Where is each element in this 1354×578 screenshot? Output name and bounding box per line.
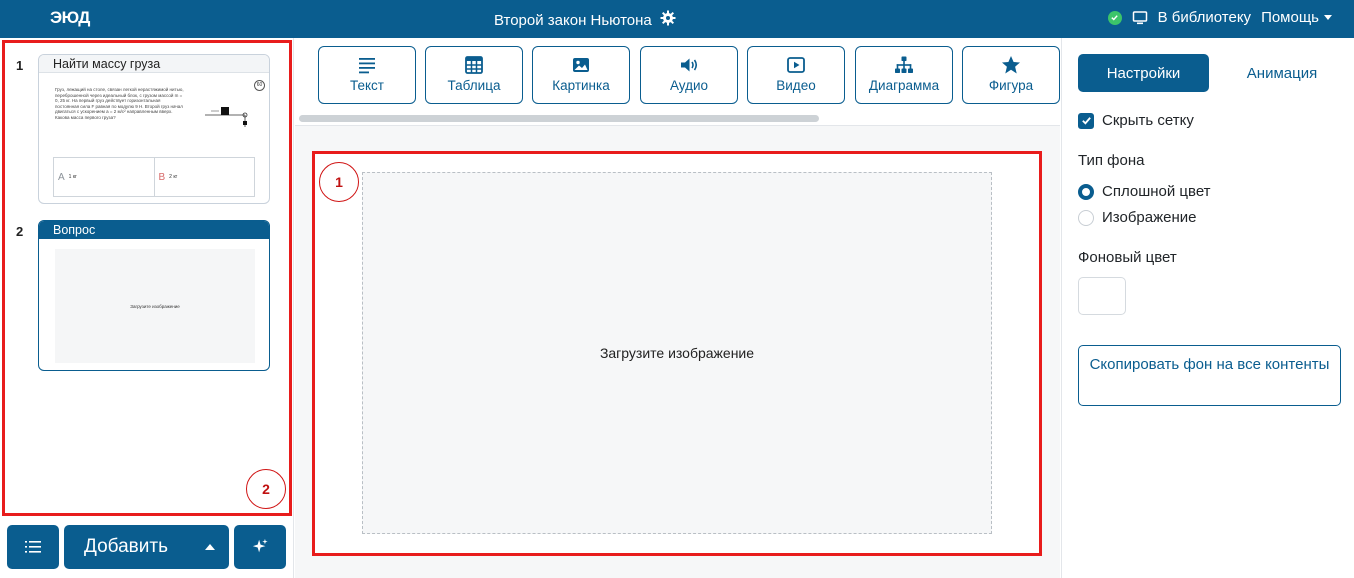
tab-settings[interactable]: Настройки: [1078, 54, 1209, 92]
video-play-icon: [787, 57, 805, 73]
add-slide-button[interactable]: Добавить: [64, 525, 229, 569]
bg-type-label: Тип фона: [1078, 152, 1145, 169]
radio-unselected[interactable]: [1078, 209, 1094, 226]
insert-video-button[interactable]: Видео: [747, 46, 845, 104]
help-label: Помощь: [1261, 9, 1319, 26]
tool-label: Таблица: [447, 78, 501, 93]
monitor-icon[interactable]: [1132, 10, 1148, 26]
insert-text-button[interactable]: Текст: [318, 46, 416, 104]
add-slide-label: Добавить: [84, 536, 168, 557]
editor-area: Текст Таблица Картинка Аудио Видео Диагр…: [295, 38, 1060, 578]
annotation-marker-2: 2: [246, 469, 286, 509]
chevron-up-icon: [205, 544, 215, 550]
star-icon: [1002, 56, 1020, 74]
app-logo[interactable]: ЭЮД: [50, 8, 90, 28]
library-link[interactable]: В библиотеку: [1158, 9, 1251, 26]
insert-shape-button[interactable]: Фигура: [962, 46, 1060, 104]
pulley-diagram-icon: [205, 107, 248, 127]
tab-animation[interactable]: Анимация: [1222, 54, 1342, 92]
bg-option-label: Сплошной цвет: [1102, 183, 1211, 200]
slide-question-text: Груз, лежащий на столе, связан легкой не…: [55, 87, 184, 120]
bg-color-label: Фоновый цвет: [1078, 249, 1177, 266]
tool-label: Фигура: [988, 78, 1034, 93]
timer-badge: 60: [254, 80, 265, 91]
dropzone-placeholder: Загрузите изображение: [599, 345, 755, 361]
check-icon: [1081, 117, 1091, 125]
answer-option: A1 кг: [54, 158, 155, 196]
radio-selected[interactable]: [1078, 183, 1094, 200]
slide-canvas: 1 Загрузите изображение: [312, 151, 1042, 556]
bg-color-swatch[interactable]: [1078, 277, 1126, 315]
insert-audio-button[interactable]: Аудио: [640, 46, 738, 104]
slide-list-button[interactable]: [7, 525, 59, 569]
slide-title: Найти массу груза: [39, 55, 269, 73]
annotation-marker-1: 1: [319, 162, 359, 202]
tool-label: Диаграмма: [868, 78, 940, 93]
slide-answers: A1 кг B2 кг: [53, 157, 255, 197]
bg-option-label: Изображение: [1102, 209, 1197, 226]
hide-grid-label: Скрыть сетку: [1102, 112, 1194, 129]
slide-number: 1: [16, 58, 24, 73]
hide-grid-row[interactable]: Скрыть сетку: [1078, 112, 1194, 129]
slide-title: Вопрос: [39, 221, 269, 239]
tool-label: Картинка: [552, 78, 610, 93]
top-bar: ЭЮД Второй закон Ньютона В библиотеку По…: [0, 0, 1354, 38]
tool-label: Видео: [776, 78, 816, 93]
bg-option-image[interactable]: Изображение: [1078, 209, 1197, 226]
slide-number: 2: [16, 224, 24, 239]
hide-grid-checkbox[interactable]: [1078, 112, 1094, 129]
slide-card-2[interactable]: Вопрос Загрузите изображение: [38, 220, 270, 371]
toolbar-scrollbar[interactable]: [299, 115, 819, 122]
image-dropzone[interactable]: Загрузите изображение: [362, 172, 992, 534]
image-icon: [573, 58, 589, 72]
insert-image-button[interactable]: Картинка: [532, 46, 630, 104]
gear-icon[interactable]: [660, 10, 676, 30]
text-lines-icon: [359, 58, 375, 74]
tool-label: Аудио: [669, 78, 709, 93]
sparkle-icon: [252, 538, 268, 553]
answer-option: B2 кг: [158, 171, 178, 183]
insert-diagram-button[interactable]: Диаграмма: [855, 46, 953, 104]
copy-background-button[interactable]: Скопировать фон на все контенты: [1078, 345, 1341, 406]
bg-option-solid[interactable]: Сплошной цвет: [1078, 183, 1211, 200]
properties-panel: Настройки Анимация Скрыть сетку Тип фона…: [1061, 38, 1354, 578]
document-title[interactable]: Второй закон Ньютона: [494, 10, 676, 30]
document-title-text: Второй закон Ньютона: [494, 11, 652, 29]
help-menu[interactable]: Помощь: [1261, 9, 1332, 26]
slides-sidebar: 1 Найти массу груза 60 Груз, лежащий на …: [0, 38, 294, 578]
chevron-down-icon: [1324, 15, 1332, 20]
table-icon: [465, 56, 483, 74]
insert-table-button[interactable]: Таблица: [425, 46, 523, 104]
speaker-icon: [681, 58, 698, 72]
hierarchy-icon: [895, 56, 913, 73]
insert-toolbar: Текст Таблица Картинка Аудио Видео Диагр…: [295, 38, 1060, 126]
saved-status-icon: [1107, 10, 1122, 25]
ai-generate-button[interactable]: [234, 525, 286, 569]
slide-card-1[interactable]: Найти массу груза 60 Груз, лежащий на ст…: [38, 54, 270, 204]
list-icon: [25, 541, 41, 553]
tool-label: Текст: [350, 78, 384, 93]
slide-preview: Загрузите изображение: [55, 249, 255, 363]
